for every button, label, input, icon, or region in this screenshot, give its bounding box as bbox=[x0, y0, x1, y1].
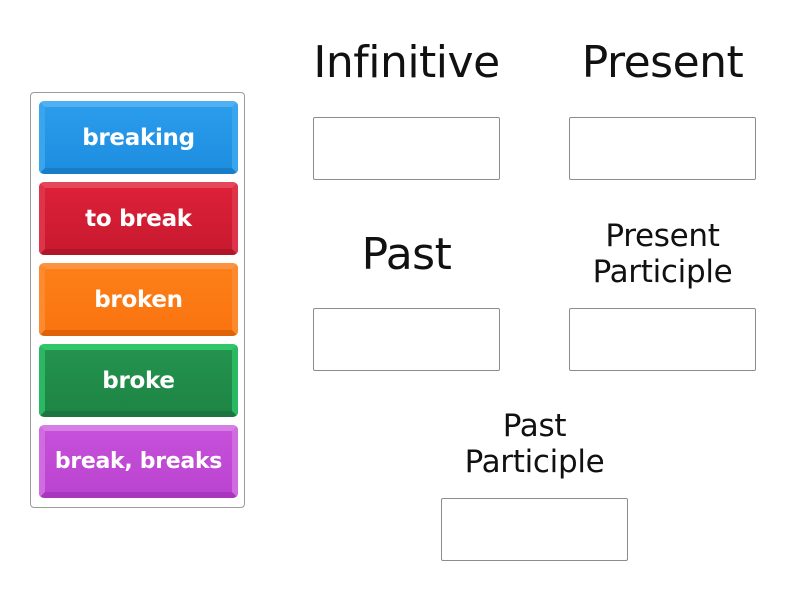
drop-zone-present-participle[interactable] bbox=[569, 308, 756, 371]
tile-label: to break bbox=[85, 205, 192, 232]
heading-present: Present bbox=[581, 37, 744, 88]
heading-past: Past bbox=[361, 229, 452, 280]
answer-tile-breaking[interactable]: breaking bbox=[39, 101, 238, 174]
heading-past-participle: Past Participle bbox=[428, 408, 641, 480]
drop-zone-present[interactable] bbox=[569, 117, 756, 180]
answer-tile-break-breaks[interactable]: break, breaks bbox=[39, 425, 238, 498]
answer-tile-broken[interactable]: broken bbox=[39, 263, 238, 336]
heading-present-participle: Present Participle bbox=[556, 218, 769, 290]
answer-tile-to-break[interactable]: to break bbox=[39, 182, 238, 255]
tile-label: break, breaks bbox=[54, 449, 223, 474]
drop-zone-infinitive[interactable] bbox=[313, 117, 500, 180]
heading-infinitive: Infinitive bbox=[313, 37, 500, 88]
answer-tile-broke[interactable]: broke bbox=[39, 344, 238, 417]
tile-label: breaking bbox=[82, 124, 195, 151]
tile-label: broken bbox=[94, 286, 183, 313]
answer-tray: breaking to break broken broke break, br… bbox=[30, 92, 245, 508]
heading-line: Participle bbox=[464, 444, 605, 480]
drop-zone-past[interactable] bbox=[313, 308, 500, 371]
heading-line: Participle bbox=[592, 254, 733, 290]
heading-line: Present bbox=[605, 218, 720, 254]
drop-zone-past-participle[interactable] bbox=[441, 498, 628, 561]
tile-label: broke bbox=[102, 367, 175, 394]
heading-line: Past bbox=[502, 408, 567, 444]
